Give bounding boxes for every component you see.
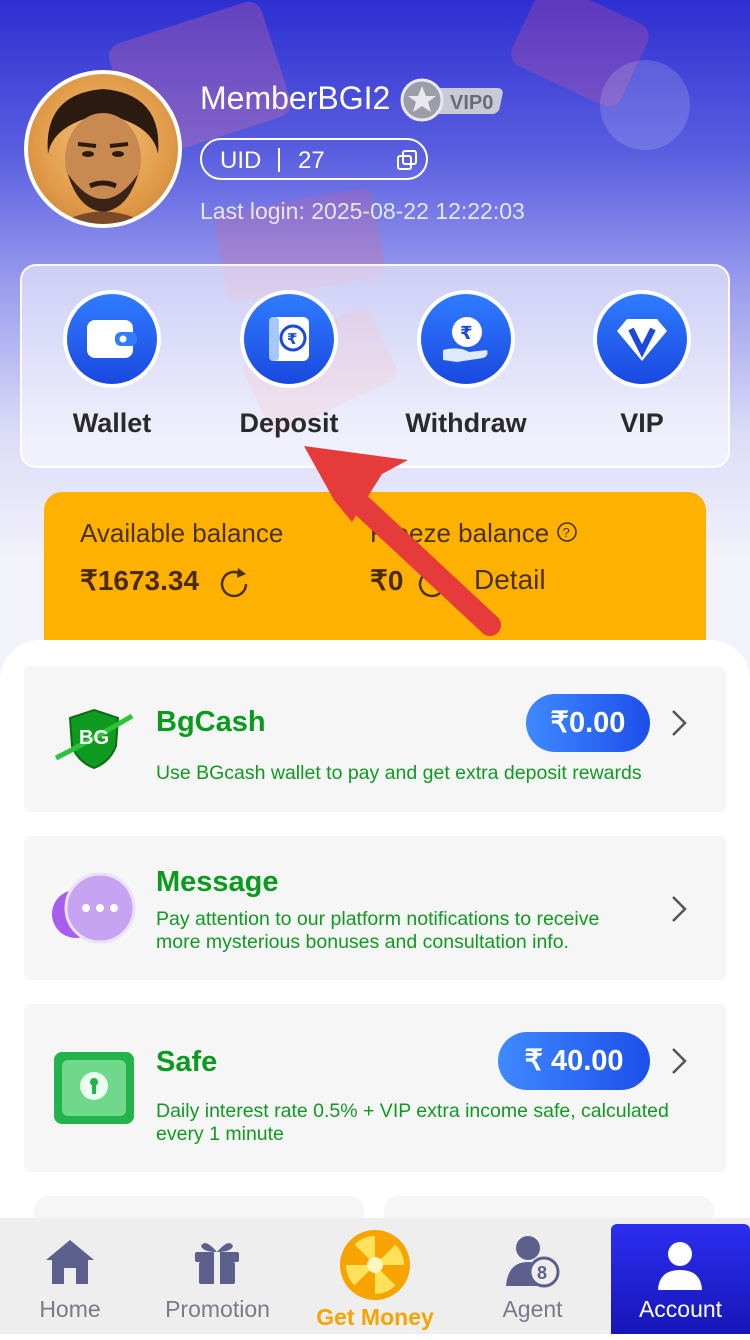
wallet-icon: [87, 320, 137, 358]
safe-amount: ₹ 40.00: [498, 1032, 650, 1090]
gift-icon: [195, 1243, 239, 1284]
bgcash-description: Use BGcash wallet to pay and get extra d…: [156, 762, 642, 784]
tab-home[interactable]: Home: [0, 1218, 140, 1334]
svg-text:?: ?: [563, 525, 570, 540]
username: MemberBGI2: [200, 80, 391, 116]
safe-card[interactable]: Safe ₹ 40.00 Daily interest rate 0.5% + …: [24, 1004, 726, 1172]
bottom-tab-bar: Home Promotion Get Money 8 Agent Account: [0, 1218, 750, 1334]
available-balance-label: Available balance: [80, 518, 284, 548]
tab-promotion[interactable]: Promotion: [145, 1218, 290, 1334]
chevron-right-icon: [672, 896, 687, 922]
agent-icon: 8: [506, 1236, 560, 1288]
uid-value: 27: [298, 147, 325, 174]
message-description: Pay attention to our platform notificati…: [156, 908, 600, 953]
svg-text:8: 8: [537, 1263, 547, 1283]
red-arrow-annotation: [304, 446, 501, 636]
bgcash-title: BgCash: [156, 706, 266, 738]
safe-title: Safe: [156, 1046, 218, 1078]
vip-diamond-icon: [617, 319, 667, 361]
vip-button[interactable]: VIP: [567, 290, 717, 460]
bgcash-amount: ₹0.00: [526, 694, 650, 752]
tab-account[interactable]: Account: [611, 1224, 750, 1334]
tab-home-label: Home: [39, 1296, 101, 1322]
rupee-deposit-icon: ₹: [269, 317, 309, 361]
svg-text:₹: ₹: [460, 323, 473, 344]
vip-label: VIP: [620, 408, 664, 438]
wallet-label: Wallet: [72, 408, 152, 438]
help-icon[interactable]: ?: [556, 521, 578, 543]
vip-level-text: VIP0: [450, 92, 493, 114]
chevron-right-icon: [672, 710, 687, 736]
message-bubble-icon: [52, 872, 136, 944]
bgcash-card[interactable]: BG BgCash ₹0.00 Use BGcash wallet to pay…: [24, 666, 726, 812]
rupee-hand-icon: ₹: [443, 317, 488, 362]
tab-account-label: Account: [638, 1296, 723, 1322]
uid-pill[interactable]: UID 27: [200, 138, 428, 180]
available-balance-value: ₹1673.34: [80, 565, 200, 596]
copy-icon[interactable]: [396, 149, 418, 171]
message-card[interactable]: Message Pay attention to our platform no…: [24, 836, 726, 980]
refresh-icon[interactable]: [216, 566, 252, 602]
svg-text:₹: ₹: [287, 330, 297, 348]
tab-promotion-label: Promotion: [165, 1296, 270, 1322]
tab-agent-label: Agent: [502, 1296, 563, 1322]
account-icon: [658, 1242, 702, 1290]
tab-get-money[interactable]: Get Money: [300, 1218, 450, 1334]
avatar[interactable]: [24, 70, 182, 228]
chevron-right-icon: [672, 1048, 687, 1074]
wheel-icon: [340, 1230, 410, 1300]
uid-divider: [278, 148, 280, 172]
wallet-button[interactable]: Wallet: [37, 290, 187, 460]
message-title: Message: [156, 866, 279, 898]
bgcash-shield-icon: BG: [54, 708, 134, 770]
tab-get-money-label: Get Money: [316, 1304, 434, 1330]
safe-lock-icon: [54, 1052, 134, 1124]
background-decoration: [600, 60, 690, 150]
home-icon: [46, 1240, 94, 1284]
svg-text:BG: BG: [79, 727, 109, 749]
last-login: Last login: 2025-08-22 12:22:03: [200, 198, 525, 224]
safe-description: Daily interest rate 0.5% + VIP extra inc…: [156, 1100, 669, 1145]
tab-agent[interactable]: 8 Agent: [460, 1218, 605, 1334]
uid-label: UID: [220, 147, 262, 174]
vip-badge: VIP0: [400, 78, 508, 122]
